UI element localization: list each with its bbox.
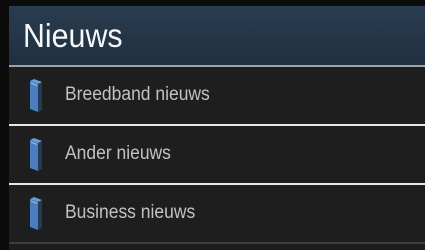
list-item-label: Business nieuws [65, 202, 196, 223]
folder-icon [28, 138, 44, 172]
page-title: Nieuws [23, 17, 123, 54]
panel-header: Nieuws [9, 6, 425, 67]
list-item-label: Breedband nieuws [65, 84, 210, 105]
folder-icon [28, 197, 44, 231]
news-panel: Nieuws Breedband nieuws Ander nieuws Bus… [9, 6, 425, 250]
list-item-breedband-nieuws[interactable]: Breedband nieuws [9, 67, 425, 124]
divider [9, 242, 425, 244]
folder-icon [28, 79, 44, 113]
list-item-label: Ander nieuws [65, 143, 171, 164]
list-item-ander-nieuws[interactable]: Ander nieuws [9, 126, 425, 183]
list-item-business-nieuws[interactable]: Business nieuws [9, 185, 425, 242]
